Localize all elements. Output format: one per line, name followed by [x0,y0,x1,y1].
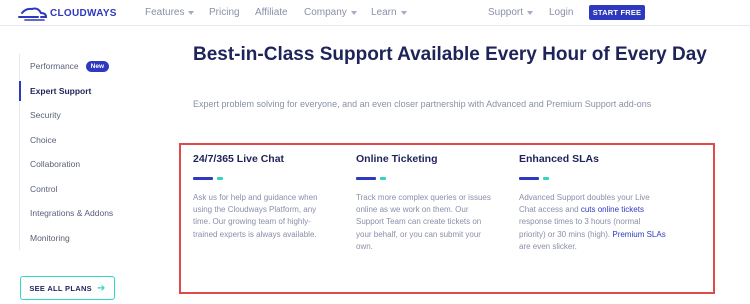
divider-accent [217,177,223,180]
sidebar-item-collaboration[interactable]: Collaboration [20,152,139,177]
cloudways-logo-icon [18,7,48,21]
sidebar-item-security[interactable]: Security [20,103,139,128]
feature-body: Advanced Support doubles your Live Chat … [519,192,667,253]
divider-accent [380,177,386,180]
feature-body-text: are even slicker. [519,241,577,251]
sidebar-item-integrations[interactable]: Integrations & Addons [20,201,139,226]
sidebar: Performance New Expert Support Security … [19,54,139,250]
cuts-online-tickets-link[interactable]: cuts online tickets [581,205,644,214]
sidebar-item-label: Collaboration [30,159,81,170]
nav-affiliate-label: Affiliate [255,7,288,18]
divider-bars [193,177,333,180]
nav-login-label: Login [549,7,574,18]
feature-title: Online Ticketing [356,153,438,165]
see-all-plans-label: SEE ALL PLANS [29,283,92,293]
see-all-plans-button[interactable]: SEE ALL PLANS ➔ [20,276,115,300]
nav-company[interactable]: Company [304,7,357,18]
feature-body: Ask us for help and guidance when using … [193,193,318,239]
divider-bar [356,177,376,180]
divider-accent [543,177,549,180]
chevron-down-icon [350,10,357,15]
sidebar-item-label: Expert Support [30,85,92,96]
top-navigation: CLOUDWAYS Features Pricing Affiliate Com… [0,0,750,26]
premium-slas-link[interactable]: Premium SLAs [612,230,665,239]
divider-bar [519,177,539,180]
sidebar-item-expert-support[interactable]: Expert Support [19,79,139,104]
nav-affiliate[interactable]: Affiliate [255,7,288,18]
feature-body: Track more complex queries or issues onl… [356,193,491,251]
chevron-down-icon [400,10,407,15]
new-badge: New [85,60,110,72]
arrow-right-icon: ➔ [96,282,106,294]
sidebar-item-label: Choice [30,134,57,145]
feature-enhanced-slas: Enhanced SLAs Advanced Support doubles y… [519,153,667,253]
nav-pricing[interactable]: Pricing [209,7,240,18]
nav-pricing-label: Pricing [209,7,240,18]
page-subtitle: Expert problem solving for everyone, and… [193,99,652,109]
divider-bars [519,177,667,180]
feature-title: Enhanced SLAs [519,153,599,165]
nav-company-label: Company [304,7,347,18]
sidebar-item-control[interactable]: Control [20,177,139,202]
feature-online-ticketing: Online Ticketing Track more complex quer… [356,153,496,253]
sidebar-item-label: Control [30,183,58,194]
chevron-down-icon [527,10,534,15]
start-free-button[interactable]: START FREE [589,5,645,20]
nav-support[interactable]: Support [488,7,534,18]
page-title: Best-in-Class Support Available Every Ho… [193,44,707,65]
sidebar-item-monitoring[interactable]: Monitoring [20,226,139,251]
brand-name: CLOUDWAYS [50,7,117,19]
nav-login[interactable]: Login [549,7,573,18]
sidebar-item-choice[interactable]: Choice [20,128,139,153]
sidebar-item-label: Monitoring [30,232,70,243]
nav-support-label: Support [488,7,524,18]
divider-bars [356,177,496,180]
sidebar-item-label: Performance [30,61,79,72]
divider-bar [193,177,213,180]
sidebar-item-label: Security [30,110,61,121]
sidebar-item-label: Integrations & Addons [30,208,114,219]
feature-live-chat: 24/7/365 Live Chat Ask us for help and g… [193,153,333,241]
nav-features-label: Features [145,7,185,18]
chevron-down-icon [188,10,195,15]
brand-logo[interactable]: CLOUDWAYS [16,5,117,21]
sidebar-item-performance[interactable]: Performance New [20,54,139,79]
nav-learn-label: Learn [371,7,397,18]
nav-features[interactable]: Features [145,7,195,18]
feature-title: 24/7/365 Live Chat [193,153,285,165]
nav-learn[interactable]: Learn [371,7,407,18]
